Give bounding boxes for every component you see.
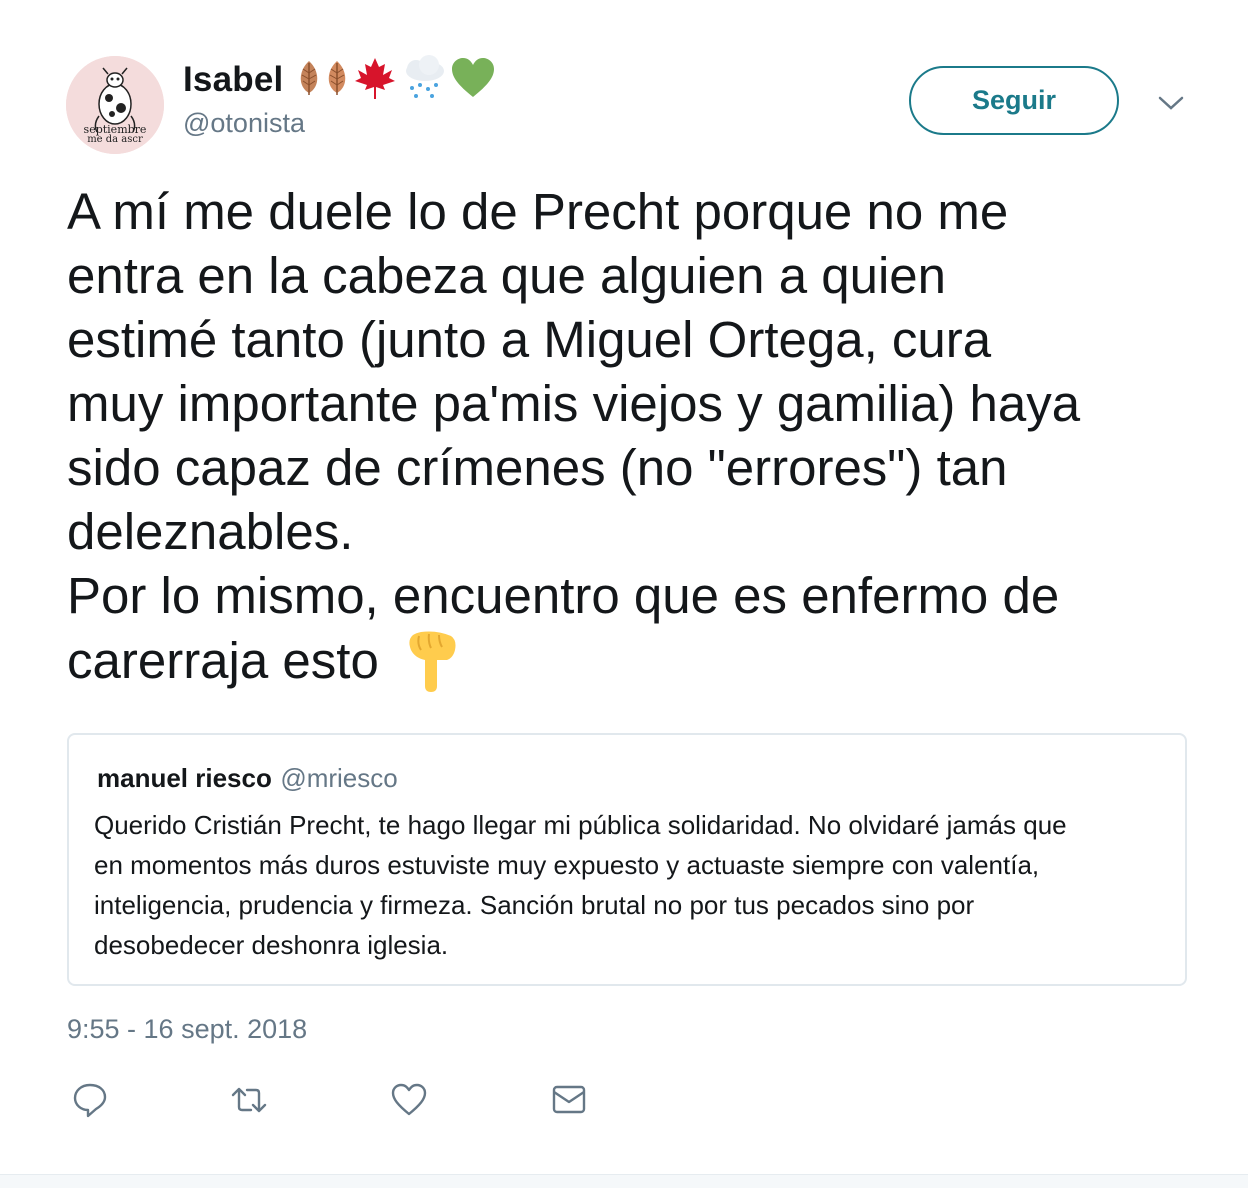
quoted-tweet[interactable]: manuel riesco @mriesco Querido Cristián …: [67, 733, 1187, 986]
bottom-divider: [0, 1174, 1248, 1188]
tweet-line: entra en la cabeza que alguien a quien: [67, 247, 947, 304]
follow-button[interactable]: Seguir: [909, 66, 1119, 135]
avatar-caption-bottom: me da ascr: [87, 134, 143, 145]
quoted-tweet-text: Querido Cristián Precht, te hago llegar …: [94, 805, 1174, 965]
screen-name[interactable]: @otonista: [183, 108, 305, 139]
quoted-tweet-line: desobedecer deshonra iglesia.: [94, 930, 449, 960]
leaf-icon: [324, 59, 350, 97]
display-name[interactable]: Isabel: [183, 60, 283, 100]
retweet-icon[interactable]: [229, 1080, 269, 1120]
quoted-tweet-line: inteligencia, prudencia y firmeza. Sanci…: [94, 890, 975, 920]
rain-cloud-icon: [400, 55, 448, 101]
direct-message-icon[interactable]: [549, 1080, 589, 1120]
avatar-image: septiembre me da ascr: [66, 56, 164, 154]
like-icon[interactable]: [389, 1080, 429, 1120]
quoted-tweet-name: manuel riesco: [97, 763, 272, 793]
name-emojis: [296, 54, 496, 102]
avatar[interactable]: septiembre me da ascr: [66, 56, 164, 154]
tweet-line: Por lo mismo, encuentro que es enfermo d…: [67, 567, 1060, 624]
green-heart-icon: [450, 57, 496, 99]
tweet-text: A mí me duele lo de Precht porque no me …: [67, 180, 1217, 707]
leaf-icon: [296, 59, 322, 97]
maple-leaf-icon: [352, 55, 398, 101]
tweet: septiembre me da ascr Isabel @otonista S…: [0, 0, 1248, 1188]
quoted-tweet-line: en momentos más duros estuviste muy expu…: [94, 850, 1040, 880]
tweet-line: deleznables.: [67, 503, 354, 560]
chevron-down-icon[interactable]: [1156, 90, 1186, 116]
tweet-line: sido capaz de crímenes (no "errores") ta…: [67, 439, 1008, 496]
quoted-tweet-line: Querido Cristián Precht, te hago llegar …: [94, 810, 1067, 840]
quoted-tweet-header: manuel riesco @mriesco: [97, 763, 398, 794]
pointing-down-icon: [401, 628, 461, 707]
tweet-line: muy importante pa'mis viejos y gamilia) …: [67, 375, 1081, 432]
tweet-last-line: carerraja esto: [67, 628, 1217, 707]
tweet-line: estimé tanto (junto a Miguel Ortega, cur…: [67, 311, 992, 368]
tweet-line: carerraja esto: [67, 632, 379, 689]
tweet-line: A mí me duele lo de Precht porque no me: [67, 183, 1009, 240]
quoted-tweet-handle: @mriesco: [280, 763, 398, 793]
timestamp[interactable]: 9:55 - 16 sept. 2018: [67, 1014, 307, 1045]
reply-icon[interactable]: [70, 1080, 110, 1120]
